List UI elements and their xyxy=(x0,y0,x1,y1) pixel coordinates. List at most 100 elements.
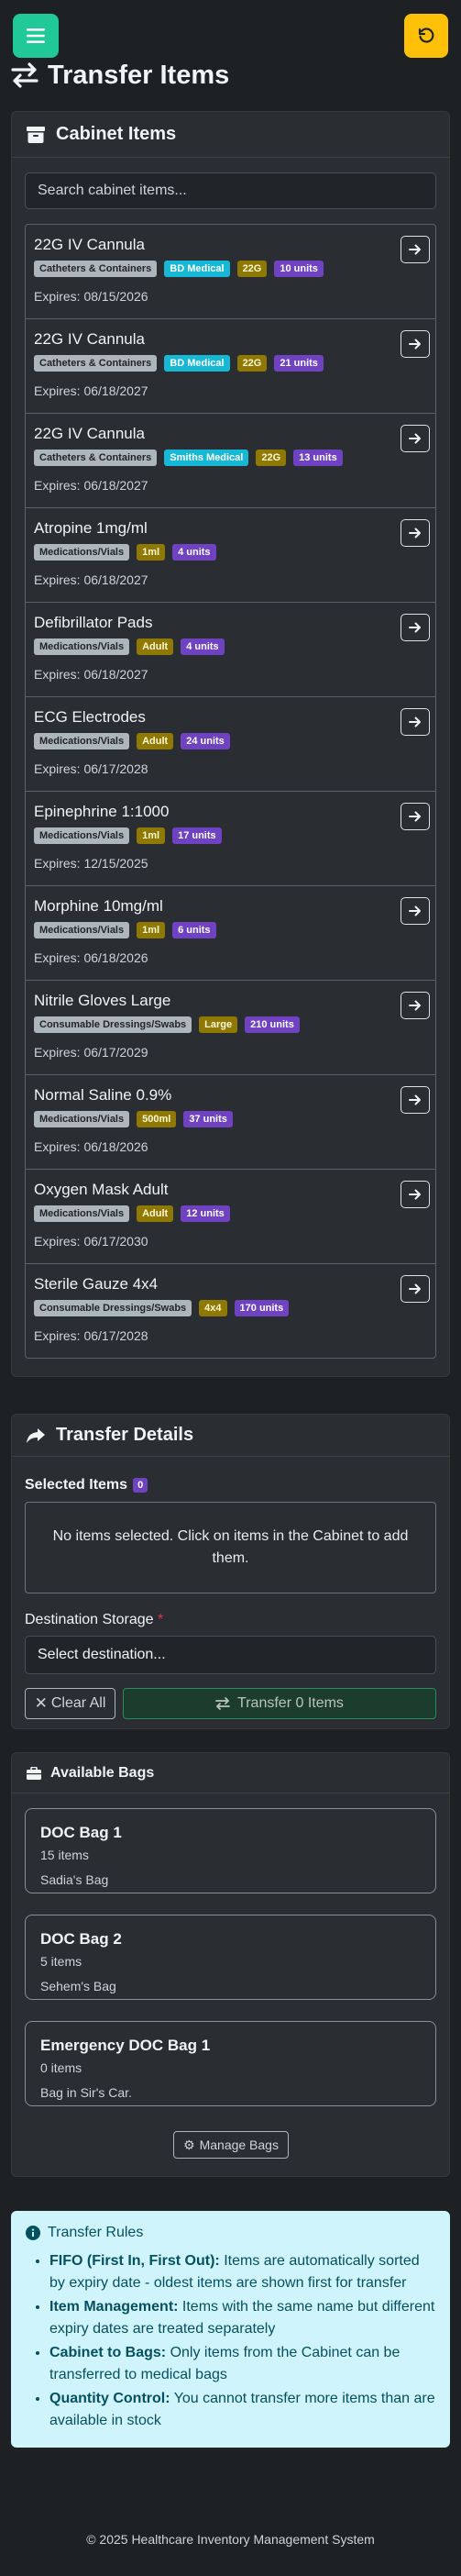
size-badge: 22G xyxy=(256,450,287,466)
list-item[interactable]: Epinephrine 1:1000 Medications/Vials 1ml… xyxy=(26,792,435,886)
add-item-button[interactable] xyxy=(401,897,430,925)
expiry-date: Expires: 06/18/2027 xyxy=(34,667,148,682)
size-badge: 1ml xyxy=(137,544,166,561)
rule-item: Cabinet to Bags: Only items from the Cab… xyxy=(49,2342,435,2386)
arrow-right-icon xyxy=(409,433,421,444)
arrow-right-icon xyxy=(409,1189,421,1200)
empty-message: No items selected. Click on items in the… xyxy=(52,1528,409,1566)
item-name: Nitrile Gloves Large xyxy=(34,992,171,1009)
rule-item: Quantity Control: You cannot transfer mo… xyxy=(49,2388,435,2432)
manage-bags-label: Manage Bags xyxy=(199,2137,279,2152)
list-item[interactable]: Normal Saline 0.9% Medications/Vials 500… xyxy=(26,1075,435,1170)
category-badge: Medications/Vials xyxy=(34,1111,130,1127)
expiry-date: Expires: 12/15/2025 xyxy=(34,856,148,871)
bag-owner: Sadia's Bag xyxy=(40,1872,109,1887)
brand-badge: Smiths Medical xyxy=(164,450,249,466)
size-badge: 500ml xyxy=(137,1111,177,1127)
bag-item-count: 15 items xyxy=(40,1848,89,1862)
rule-label: Cabinet to Bags: xyxy=(49,2345,167,2360)
archive-box-icon xyxy=(27,126,45,143)
list-item[interactable]: 22G IV Cannula Catheters & Containers BD… xyxy=(26,225,435,319)
add-item-button[interactable] xyxy=(401,330,430,358)
size-badge: 22G xyxy=(236,355,268,372)
destination-select-value: Select destination... xyxy=(38,1647,166,1662)
list-item[interactable]: Defibrillator Pads Medications/Vials Adu… xyxy=(26,603,435,697)
expiry-date: Expires: 06/18/2027 xyxy=(34,572,148,587)
arrow-right-icon xyxy=(409,716,421,727)
bag-card[interactable]: DOC Bag 1 15 items Sadia's Bag xyxy=(25,1808,436,1893)
list-item[interactable]: Sterile Gauze 4x4 Consumable Dressings/S… xyxy=(26,1264,435,1358)
size-badge: Adult xyxy=(137,638,174,655)
add-item-button[interactable] xyxy=(401,803,430,830)
arrow-right-icon xyxy=(409,527,421,539)
arrow-right-icon xyxy=(409,905,421,916)
category-badge: Catheters & Containers xyxy=(34,355,158,372)
list-item[interactable]: Atropine 1mg/ml Medications/Vials 1ml 4 … xyxy=(26,508,435,603)
destination-label-text: Destination Storage xyxy=(25,1612,154,1627)
add-item-button[interactable] xyxy=(401,425,430,452)
item-name: 22G IV Cannula xyxy=(34,425,145,442)
arrow-right-icon xyxy=(409,1283,421,1294)
clear-all-button[interactable]: ✕ Clear All xyxy=(25,1688,115,1719)
list-item[interactable]: 22G IV Cannula Catheters & Containers Sm… xyxy=(26,414,435,508)
size-badge: 4x4 xyxy=(199,1300,227,1316)
category-badge: Medications/Vials xyxy=(34,733,130,749)
destination-select[interactable]: Select destination... xyxy=(25,1636,436,1674)
arrow-right-icon xyxy=(409,622,421,633)
bag-item-count: 0 items xyxy=(40,2060,82,2075)
add-item-button[interactable] xyxy=(401,614,430,641)
page-title: Transfer Items xyxy=(11,57,229,94)
exchange-arrows-icon xyxy=(215,1697,230,1710)
brand-badge: BD Medical xyxy=(164,355,230,372)
list-item[interactable]: Oxygen Mask Adult Medications/Vials Adul… xyxy=(26,1170,435,1264)
add-item-button[interactable] xyxy=(401,236,430,263)
add-item-button[interactable] xyxy=(401,1086,430,1114)
bag-card[interactable]: DOC Bag 2 5 items Sehem's Bag xyxy=(25,1915,436,2000)
available-bags-card: Available Bags DOC Bag 1 15 items Sadia'… xyxy=(11,1752,450,2177)
category-badge: Consumable Dressings/Swabs xyxy=(34,1016,192,1033)
selected-items-text: Selected Items xyxy=(25,1477,128,1493)
page-title-text: Transfer Items xyxy=(48,60,230,90)
category-badge: Consumable Dressings/Swabs xyxy=(34,1300,192,1316)
bag-item-count: 5 items xyxy=(40,1954,82,1969)
units-badge: 17 units xyxy=(172,827,222,844)
size-badge: Adult xyxy=(137,733,174,749)
rules-title: Transfer Rules xyxy=(26,2225,435,2241)
bag-name: Emergency DOC Bag 1 xyxy=(40,2037,211,2054)
list-item[interactable]: 22G IV Cannula Catheters & Containers BD… xyxy=(26,319,435,414)
rule-item: FIFO (First In, First Out): Items are au… xyxy=(49,2250,435,2294)
footer-text: © 2025 Healthcare Inventory Management S… xyxy=(86,2532,375,2547)
bag-owner: Bag in Sir's Car. xyxy=(40,2085,132,2100)
search-input[interactable] xyxy=(25,172,436,209)
transfer-details-card: Transfer Details Selected Items 0 No ite… xyxy=(11,1414,450,1729)
brand-badge: BD Medical xyxy=(164,261,230,277)
add-item-button[interactable] xyxy=(401,708,430,736)
cabinet-card-title: Cabinet Items xyxy=(56,124,177,144)
expiry-date: Expires: 06/17/2029 xyxy=(34,1045,148,1060)
bag-card[interactable]: Emergency DOC Bag 1 0 items Bag in Sir's… xyxy=(25,2021,436,2106)
item-name: 22G IV Cannula xyxy=(34,236,145,253)
category-badge: Medications/Vials xyxy=(34,922,130,938)
add-item-button[interactable] xyxy=(401,992,430,1019)
top-bar xyxy=(13,14,448,58)
item-name: Normal Saline 0.9% xyxy=(34,1086,172,1104)
item-name: 22G IV Cannula xyxy=(34,330,145,348)
manage-bags-button[interactable]: ⚙ Manage Bags xyxy=(173,2131,289,2159)
undo-button[interactable] xyxy=(404,14,448,58)
list-item[interactable]: Morphine 10mg/ml Medications/Vials 1ml 6… xyxy=(26,886,435,981)
units-badge: 210 units xyxy=(245,1016,300,1033)
transfer-button[interactable]: Transfer 0 Items xyxy=(123,1688,436,1719)
units-badge: 10 units xyxy=(274,261,324,277)
selected-items-label: Selected Items 0 xyxy=(25,1477,436,1493)
bags-card-header: Available Bags xyxy=(12,1753,449,1793)
add-item-button[interactable] xyxy=(401,1181,430,1208)
category-badge: Medications/Vials xyxy=(34,1205,130,1222)
size-badge: 1ml xyxy=(137,827,166,844)
menu-button[interactable] xyxy=(13,14,59,58)
add-item-button[interactable] xyxy=(401,519,430,547)
list-item[interactable]: ECG Electrodes Medications/Vials Adult 2… xyxy=(26,697,435,792)
list-item[interactable]: Nitrile Gloves Large Consumable Dressing… xyxy=(26,981,435,1075)
add-item-button[interactable] xyxy=(401,1275,430,1303)
expiry-date: Expires: 06/17/2030 xyxy=(34,1234,148,1249)
size-badge: Adult xyxy=(137,1205,174,1222)
